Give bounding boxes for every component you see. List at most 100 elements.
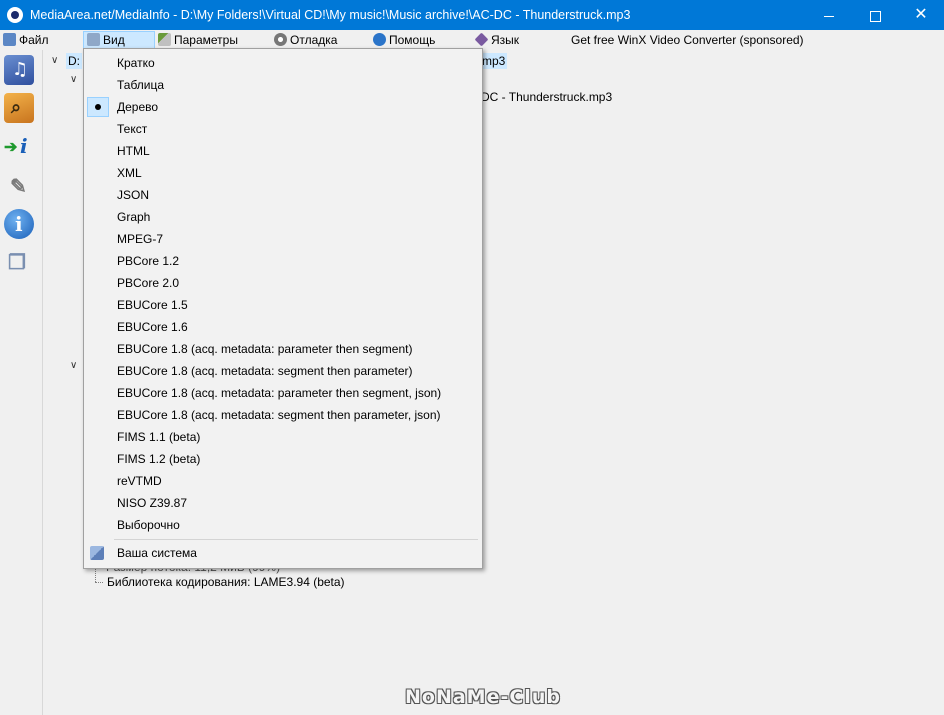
menu-item-label: PBCore 2.0 [117, 276, 180, 290]
menu-bar: Файл Вид Параметры Отладка Помощь Язык G… [0, 30, 944, 50]
about-button[interactable]: i [4, 209, 34, 239]
tree-connector [95, 568, 96, 582]
menu-item-view-option[interactable]: EBUCore 1.8 (acq. metadata: segment then… [86, 360, 480, 382]
menu-item-view-option[interactable]: EBUCore 1.5 [86, 294, 480, 316]
menu-item-view-option[interactable]: NISO Z39.87 [86, 492, 480, 514]
menu-item-view-option[interactable]: PBCore 2.0 [86, 272, 480, 294]
menu-item-label: EBUCore 1.8 (acq. metadata: segment then… [117, 364, 413, 378]
knowledge-base-icon: ❐ [8, 250, 26, 274]
tree-root-label: D: [68, 54, 80, 68]
menu-view-label: Вид [103, 33, 125, 47]
menu-item-label: EBUCore 1.8 (acq. metadata: parameter th… [117, 386, 442, 400]
menu-item-view-option[interactable]: JSON [86, 184, 480, 206]
menu-debug[interactable]: Отладка [271, 31, 340, 49]
title-bar: MediaArea.net/MediaInfo - D:\My Folders!… [0, 0, 944, 30]
menu-item-label: Таблица [117, 78, 165, 92]
view-dropdown-menu: Кратко Таблица Дерево Текст HTML XML JSON Graph… [83, 48, 483, 569]
collapse-toggle-icon[interactable]: ∨ [70, 360, 77, 371]
tree-connector [95, 582, 103, 583]
menu-item-label: FIMS 1.1 (beta) [117, 430, 201, 444]
menu-item-label: Ваша система [117, 546, 197, 560]
menu-item-label: Текст [117, 122, 148, 136]
menu-item-view-option[interactable]: HTML [86, 140, 480, 162]
menu-item-view-option[interactable]: Выборочно [86, 514, 480, 536]
menu-item-your-system[interactable]: Ваша система [86, 542, 480, 564]
menu-debug-label: Отладка [290, 33, 338, 47]
help-icon [373, 33, 386, 46]
collapse-toggle-icon[interactable]: ∨ [51, 55, 58, 66]
maximize-icon [869, 10, 881, 22]
menu-item-label: Выборочно [117, 518, 180, 532]
side-toolbar: ♫ ⌕ ➔ i ✎ i ❐ [0, 50, 43, 715]
open-folder-button[interactable]: ⌕ [4, 93, 34, 123]
preferences-button[interactable]: ✎ [4, 171, 34, 201]
menu-help[interactable]: Помощь [370, 31, 438, 49]
export-icon: ➔ [4, 137, 18, 156]
menu-item-label: Кратко [117, 56, 155, 70]
menu-item-view-option[interactable]: FIMS 1.2 (beta) [86, 448, 480, 470]
menu-item-view-option[interactable]: MPEG-7 [86, 228, 480, 250]
menu-view[interactable]: Вид [83, 31, 155, 49]
menu-item-label: EBUCore 1.6 [117, 320, 188, 334]
menu-sponsored-link[interactable]: Get free WinX Video Converter (sponsored… [568, 31, 807, 49]
radio-checked-icon [87, 97, 109, 117]
file-icon [3, 33, 16, 46]
menu-item-label: MPEG-7 [117, 232, 164, 246]
tree-encoding-library[interactable]: Библиотека кодирования: LAME3.94 (beta) [107, 574, 345, 590]
about-icon: i [15, 212, 23, 236]
menu-params-label: Параметры [174, 33, 238, 47]
menu-item-label: FIMS 1.2 (beta) [117, 452, 201, 466]
tree-root-tail: mp3 [480, 53, 508, 69]
menu-item-label: EBUCore 1.8 (acq. metadata: segment then… [117, 408, 441, 422]
open-file-icon: ♫ [12, 59, 29, 80]
window-title: MediaArea.net/MediaInfo - D:\My Folders!… [30, 8, 631, 22]
menu-separator [114, 539, 478, 540]
menu-item-label: XML [117, 166, 142, 180]
menu-item-view-option[interactable]: Таблица [86, 74, 480, 96]
menu-item-view-option[interactable]: EBUCore 1.8 (acq. metadata: segment then… [86, 404, 480, 426]
menu-item-view-option[interactable]: EBUCore 1.6 [86, 316, 480, 338]
menu-item-view-option[interactable]: Graph [86, 206, 480, 228]
menu-language[interactable]: Язык [472, 31, 522, 49]
watermark: NoNaMe-Club [405, 686, 561, 708]
menu-item-view-option[interactable]: reVTMD [86, 470, 480, 492]
menu-item-label: Дерево [117, 100, 159, 114]
menu-item-label: EBUCore 1.8 (acq. metadata: parameter th… [117, 342, 413, 356]
open-file-button[interactable]: ♫ [4, 55, 34, 85]
preferences-icon [158, 33, 171, 46]
tree-file-node[interactable]: DC - Thunderstruck.mp3 [481, 89, 612, 105]
menu-item-view-option[interactable]: EBUCore 1.8 (acq. metadata: parameter th… [86, 382, 480, 404]
menu-item-view-option[interactable]: PBCore 1.2 [86, 250, 480, 272]
menu-item-label: NISO Z39.87 [117, 496, 188, 510]
menu-item-label: HTML [117, 144, 150, 158]
open-folder-icon: ⌕ [11, 97, 22, 118]
wrench-icon: ✎ [10, 174, 27, 198]
maximize-button[interactable] [852, 0, 898, 30]
menu-item-view-option[interactable]: Текст [86, 118, 480, 140]
menu-help-label: Помощь [389, 33, 436, 47]
close-button[interactable]: ✕ [898, 0, 944, 30]
export-button[interactable]: ➔ i [4, 132, 34, 162]
collapse-toggle-icon[interactable]: ∨ [70, 74, 77, 85]
menu-item-label: EBUCore 1.5 [117, 298, 188, 312]
menu-item-label: JSON [117, 188, 150, 202]
tree-root-node[interactable]: D: [66, 53, 82, 69]
menu-file-label: Файл [19, 33, 49, 47]
menu-item-view-option[interactable]: Кратко [86, 52, 480, 74]
menu-item-view-option[interactable]: XML [86, 162, 480, 184]
system-info-icon [90, 546, 104, 560]
menu-file[interactable]: Файл [0, 31, 52, 49]
menu-item-view-option[interactable]: EBUCore 1.8 (acq. metadata: parameter th… [86, 338, 480, 360]
menu-language-label: Язык [491, 33, 520, 47]
info-icon: i [20, 134, 28, 158]
debug-icon [274, 33, 287, 46]
menu-sponsored-label: Get free WinX Video Converter (sponsored… [571, 33, 804, 47]
minimize-button[interactable] [806, 0, 852, 30]
mediainfo-app-icon [7, 7, 23, 23]
menu-item-view-option[interactable]: FIMS 1.1 (beta) [86, 426, 480, 448]
menu-item-label: reVTMD [117, 474, 162, 488]
knowledge-base-button[interactable]: ❐ [4, 248, 34, 278]
menu-item-label: PBCore 1.2 [117, 254, 180, 268]
menu-item-view-option[interactable]: Дерево [86, 96, 480, 118]
menu-params[interactable]: Параметры [155, 31, 241, 49]
